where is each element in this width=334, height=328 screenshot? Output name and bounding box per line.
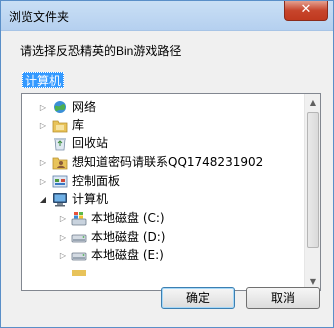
dialog-body: 请选择反恐精英的Bin游戏路径 计算机 ▷ 网络 ▷ 库 回收站 ▷ 想知道密码… bbox=[8, 32, 326, 320]
scroll-thumb[interactable] bbox=[307, 112, 319, 248]
control-panel-icon bbox=[52, 174, 68, 189]
tree-item-recycle-bin[interactable]: 回收站 bbox=[22, 134, 302, 153]
collapse-arrow-icon[interactable]: ◢ bbox=[38, 190, 48, 209]
hard-drive-icon bbox=[71, 248, 87, 263]
folder-tree[interactable]: ▷ 网络 ▷ 库 回收站 ▷ 想知道密码请联系QQ1748231902 ▷ 控制… bbox=[21, 93, 321, 291]
tree-item-user-folder[interactable]: ▷ 想知道密码请联系QQ1748231902 bbox=[22, 153, 302, 172]
tree-item-drive-d[interactable]: ▷ 本地磁盘 (D:) bbox=[22, 228, 302, 247]
browse-folder-dialog: 浏览文件夹 ✕ 请选择反恐精英的Bin游戏路径 计算机 ▷ 网络 ▷ 库 回收站… bbox=[0, 0, 334, 328]
tree-item-label: 想知道密码请联系QQ1748231902 bbox=[72, 155, 264, 169]
expand-arrow-icon[interactable]: ▷ bbox=[38, 172, 48, 191]
close-button[interactable]: ✕ bbox=[284, 1, 328, 21]
expand-arrow-icon[interactable]: ▷ bbox=[38, 98, 48, 117]
tree-item-label: 回收站 bbox=[72, 136, 109, 150]
tree-item-libraries[interactable]: ▷ 库 bbox=[22, 116, 302, 135]
computer-icon bbox=[52, 192, 68, 207]
recycle-bin-icon bbox=[52, 136, 68, 151]
tree-item-drive-e[interactable]: ▷ 本地磁盘 (E:) bbox=[22, 246, 302, 265]
prompt-text: 请选择反恐精英的Bin游戏路径 bbox=[20, 44, 182, 58]
tree-item-computer[interactable]: ◢ 计算机 bbox=[22, 190, 302, 209]
expand-arrow-icon[interactable]: ▷ bbox=[58, 209, 68, 228]
user-folder-icon bbox=[52, 155, 68, 170]
tree-item-label: 本地磁盘 (C:) bbox=[91, 211, 165, 225]
tree-item-control-panel[interactable]: ▷ 控制面板 bbox=[22, 172, 302, 191]
dialog-title: 浏览文件夹 bbox=[9, 10, 70, 24]
selected-folder-field[interactable]: 计算机 bbox=[22, 72, 312, 90]
tree-item-label: 控制面板 bbox=[72, 174, 121, 188]
tree-item-drive-c[interactable]: ▷ 本地磁盘 (C:) bbox=[22, 209, 302, 228]
folder-tree-viewport: ▷ 网络 ▷ 库 回收站 ▷ 想知道密码请联系QQ1748231902 ▷ 控制… bbox=[22, 94, 304, 290]
tree-item-label: 库 bbox=[72, 118, 85, 132]
tree-item-label: 网络 bbox=[72, 100, 97, 114]
expand-arrow-icon[interactable]: ▷ bbox=[58, 228, 68, 247]
network-icon bbox=[52, 100, 68, 115]
expand-arrow-icon[interactable]: ▷ bbox=[58, 246, 68, 265]
library-folder-icon bbox=[52, 118, 68, 133]
title-bar[interactable]: 浏览文件夹 ✕ bbox=[1, 1, 333, 31]
scroll-up-icon[interactable]: ▲ bbox=[305, 94, 320, 111]
tree-vertical-scrollbar[interactable]: ▲ ▼ bbox=[304, 94, 320, 290]
tree-item-label: 计算机 bbox=[72, 192, 109, 206]
tree-item-label: 本地磁盘 (D:) bbox=[91, 230, 166, 244]
drive-icon bbox=[71, 270, 87, 276]
expand-arrow-icon[interactable]: ▷ bbox=[38, 116, 48, 135]
ok-button[interactable]: 确定 bbox=[161, 287, 235, 309]
selected-folder-text: 计算机 bbox=[22, 72, 65, 88]
tree-item-label: 本地磁盘 (E:) bbox=[91, 248, 164, 262]
tree-item-network[interactable]: ▷ 网络 bbox=[22, 98, 302, 117]
hard-drive-icon bbox=[71, 230, 87, 245]
cancel-button[interactable]: 取消 bbox=[246, 287, 320, 309]
system-drive-icon bbox=[71, 211, 87, 226]
expand-arrow-icon[interactable]: ▷ bbox=[38, 153, 48, 172]
close-icon: ✕ bbox=[300, 2, 312, 17]
